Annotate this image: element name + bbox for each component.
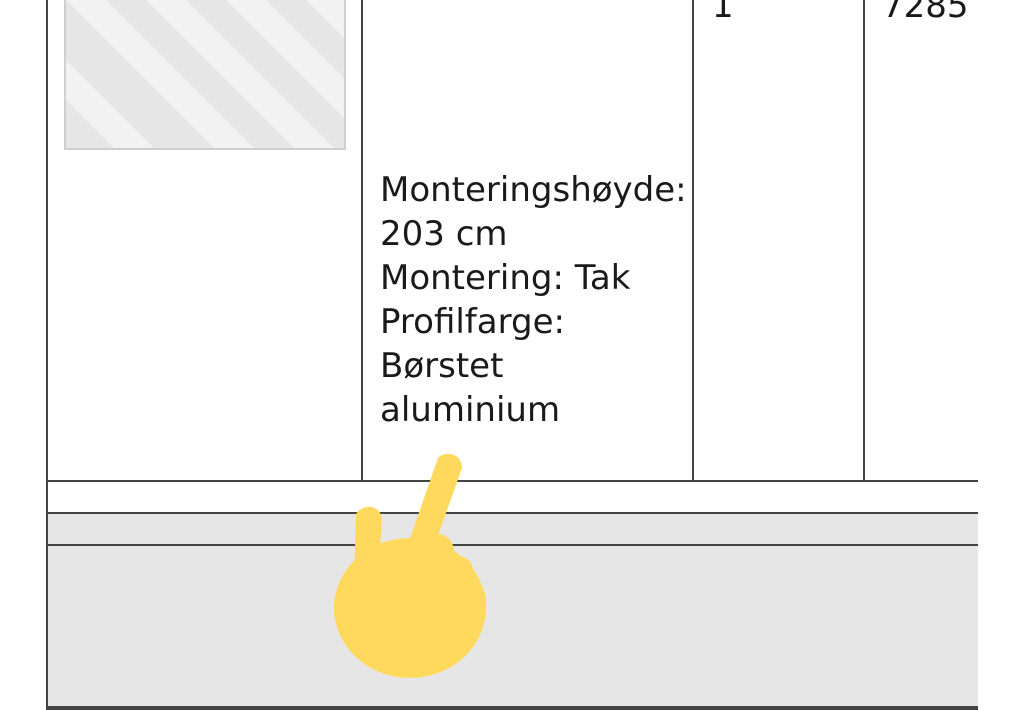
footer-panel [48, 546, 978, 706]
description-line: 203 cm [380, 214, 508, 254]
price-value: 7285 [882, 0, 969, 26]
column-divider [692, 0, 694, 482]
tap-hand-icon [320, 440, 510, 680]
description-line: aluminium [380, 390, 561, 430]
order-summary-view: Monteringshøyde: 203 cm Montering: Tak P… [0, 0, 1024, 710]
column-divider [863, 0, 865, 482]
image-placeholder-icon[interactable] [64, 0, 346, 150]
quantity-value: 1 [712, 0, 734, 26]
description-line: Monteringshøyde: [380, 170, 687, 210]
row-divider [46, 480, 978, 482]
description-line: Børstet [380, 346, 504, 386]
description-line: Profilfarge: [380, 302, 565, 342]
description-line: Montering: Tak [380, 258, 631, 298]
table-bottom-border [46, 706, 978, 710]
column-divider [361, 0, 363, 482]
product-description: Monteringshøyde: 203 cm Montering: Tak P… [380, 168, 687, 432]
summary-row [48, 514, 978, 544]
